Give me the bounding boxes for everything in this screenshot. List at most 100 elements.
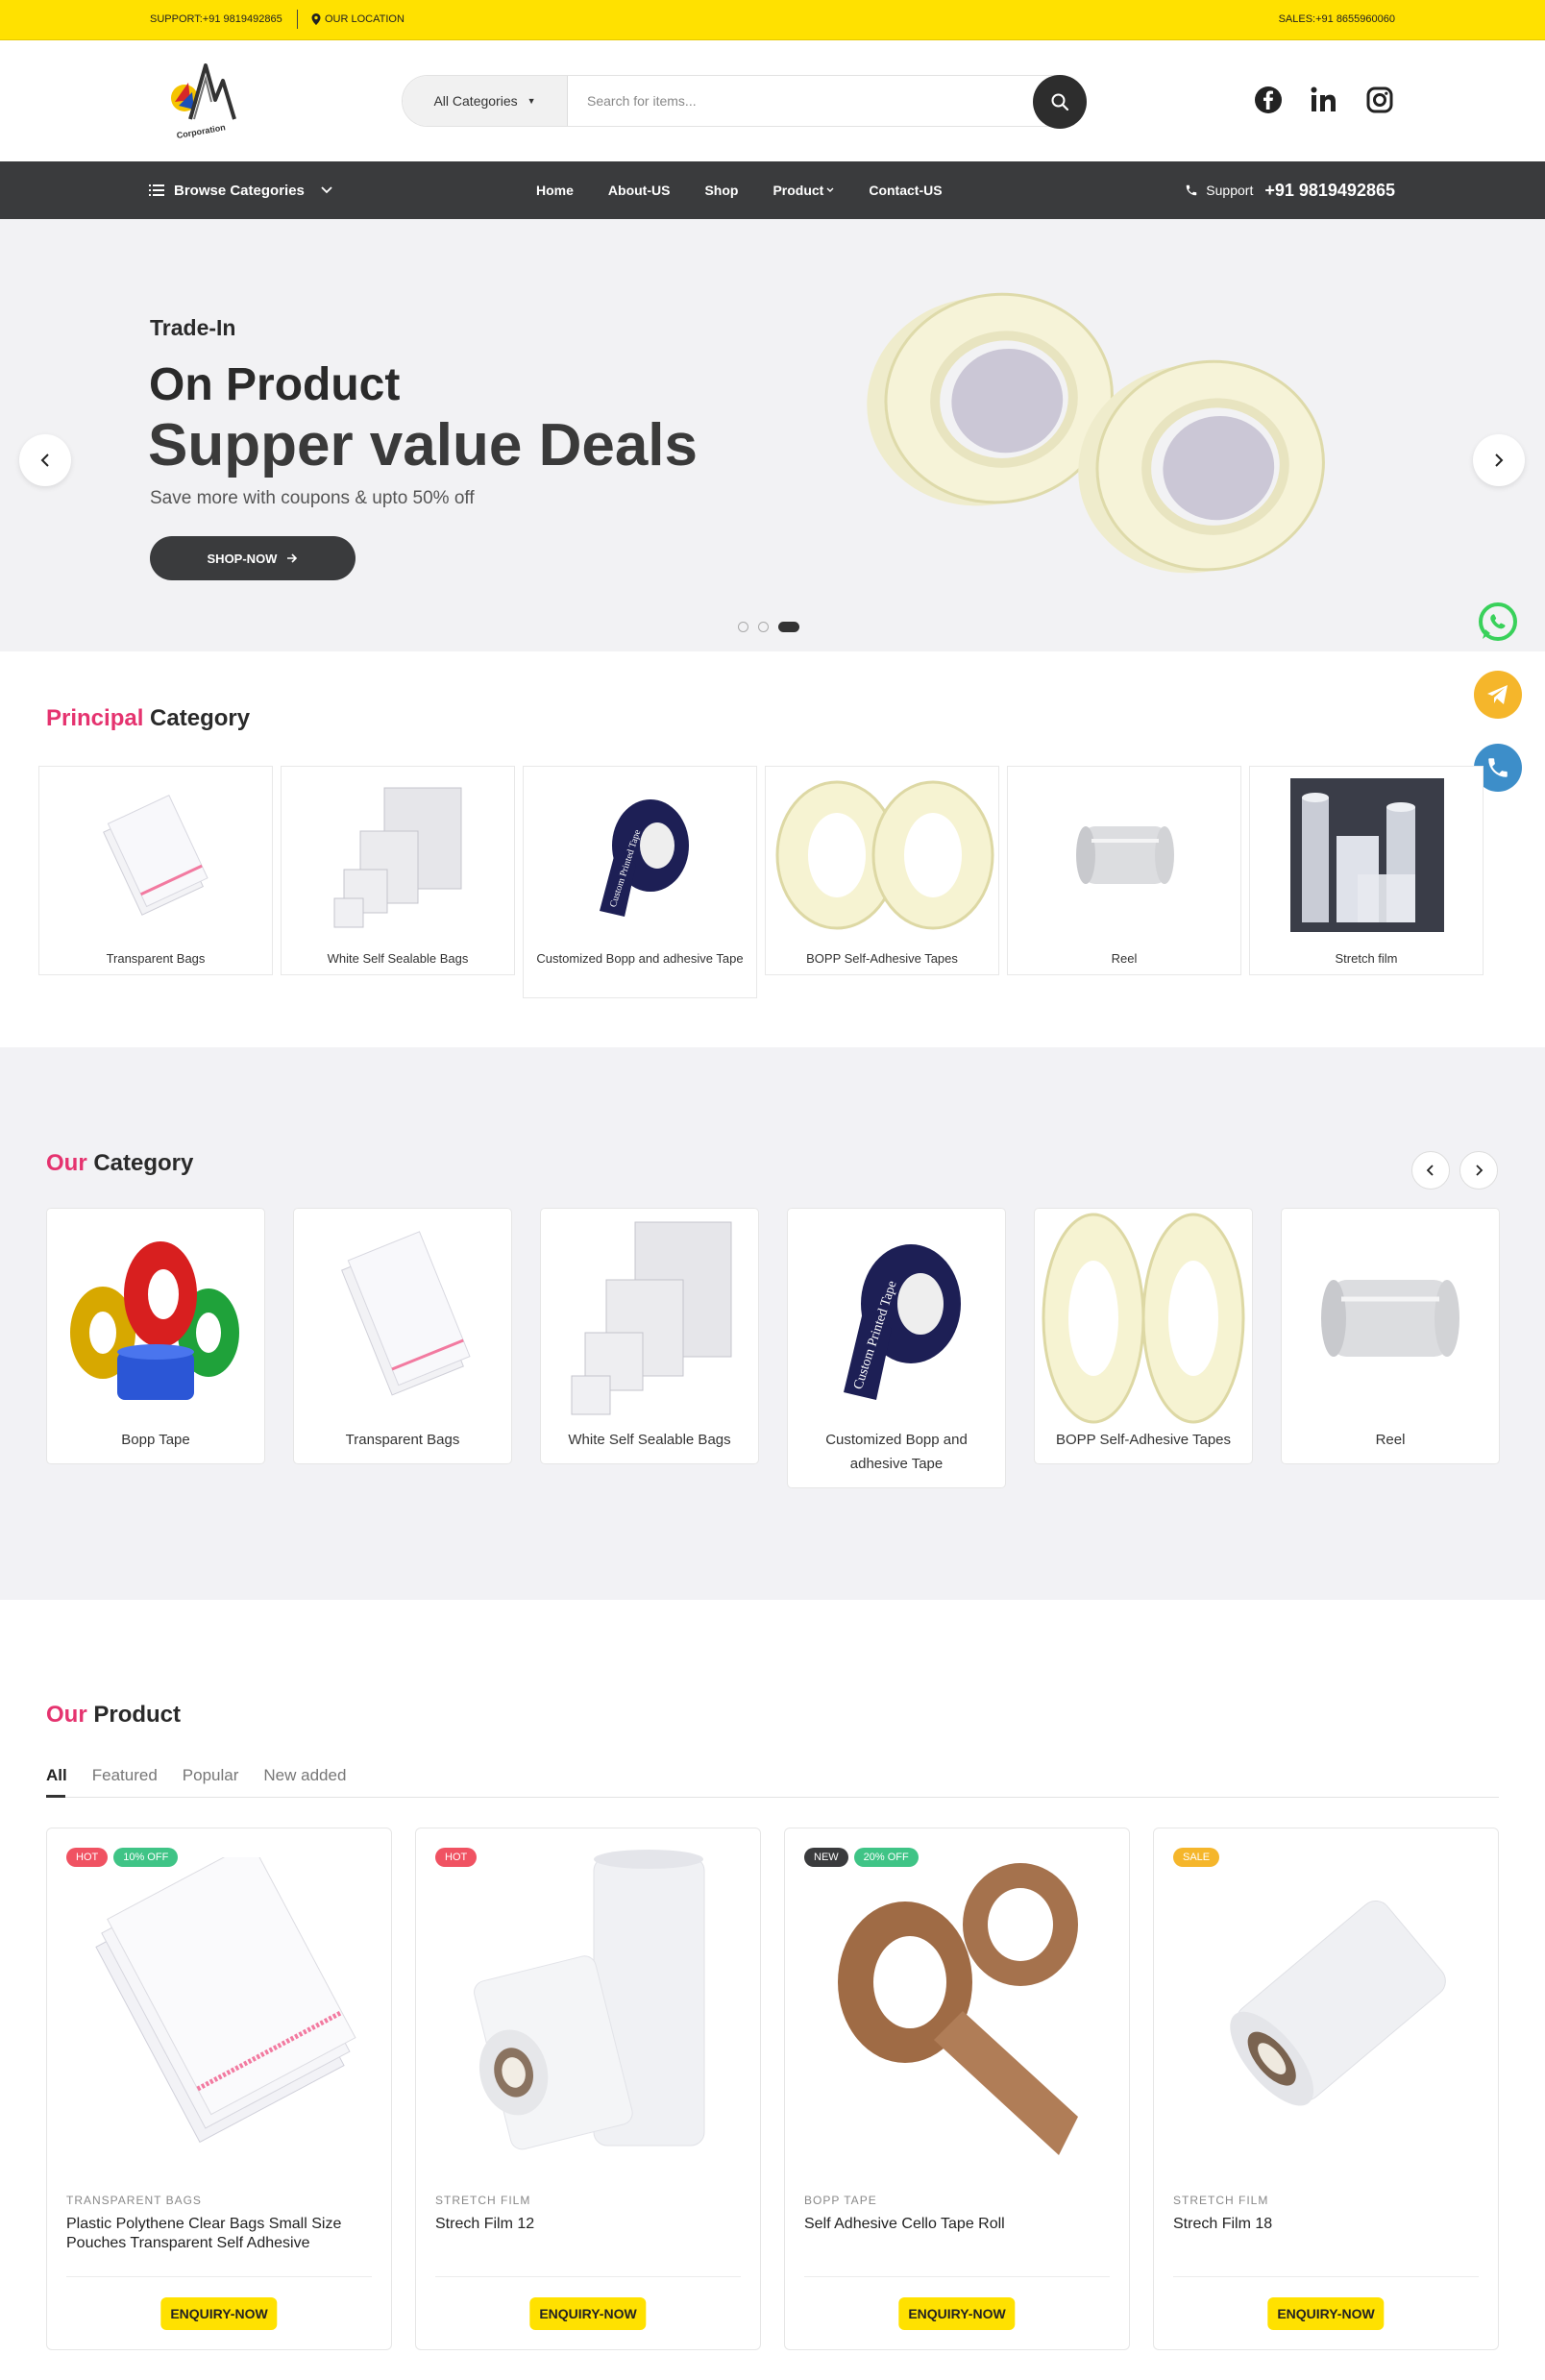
phone-icon (1187, 184, 1197, 196)
support-phone-text[interactable]: SUPPORT:+91 9819492865 (150, 13, 282, 25)
product-card[interactable]: SALE STRETCH FILM Strech Film 18 ENQUIRY… (1153, 1828, 1499, 2350)
product-category[interactable]: STRETCH FILM (1173, 2194, 1268, 2207)
hero-title-line2: Supper value Deals (148, 412, 699, 478)
customized-bopp-tape-image: Custom Printed Tape (562, 776, 720, 934)
principal-card-white-self-sealable-bags[interactable]: White Self Sealable Bags (281, 766, 515, 975)
principal-label: Stretch film (1335, 951, 1398, 966)
category-card-customized-bopp-tape[interactable]: Custom Printed Tape Customized Bopp and … (787, 1208, 1006, 1488)
corporation-logo[interactable]: Corporation (161, 54, 242, 146)
hero-slide-dots (738, 622, 799, 632)
enquiry-now-button[interactable]: ENQUIRY-NOW (529, 2297, 647, 2330)
product-divider (1173, 2276, 1479, 2277)
enquiry-now-button[interactable]: ENQUIRY-NOW (898, 2297, 1016, 2330)
product-badges: SALE (1173, 1848, 1220, 1867)
transparent-bags-image (294, 1209, 511, 1428)
nav-support[interactable]: Support +91 9819492865 (1185, 161, 1395, 219)
principal-card-transparent-bags[interactable]: Transparent Bags (38, 766, 273, 975)
category-card-reel[interactable]: Reel (1281, 1208, 1500, 1464)
chevron-right-icon (1476, 1165, 1484, 1176)
badge-new: NEW (804, 1848, 848, 1867)
principal-card-stretch-film[interactable]: Stretch film (1249, 766, 1484, 975)
nav-about-us[interactable]: About-US (608, 183, 671, 198)
chevron-down-icon (826, 187, 834, 192)
product-name[interactable]: Strech Film 12 (435, 2215, 741, 2234)
slide-dot-3-active[interactable] (778, 622, 799, 632)
list-icon (149, 184, 164, 196)
category-label: BOPP Self-Adhesive Tapes (1055, 1432, 1232, 1448)
product-category[interactable]: STRETCH FILM (435, 2194, 530, 2207)
our-category-title-accent: Our (46, 1150, 87, 1176)
category-next-button[interactable] (1459, 1151, 1498, 1190)
chevron-down-icon (321, 186, 332, 194)
instagram-link[interactable] (1362, 83, 1397, 117)
category-card-bopp-tape[interactable]: Bopp Tape (46, 1208, 265, 1464)
principal-title-accent: Principal (46, 705, 144, 731)
product-badges: HOT (435, 1848, 478, 1867)
product-card[interactable]: HOT 10% OFF TRANSPARENT BAGS Plastic Pol… (46, 1828, 392, 2350)
category-card-transparent-bags[interactable]: Transparent Bags (293, 1208, 512, 1464)
category-select[interactable]: All Categories ▼ (403, 76, 568, 126)
hero-subtitle: Save more with coupons & upto 50% off (150, 488, 475, 508)
linkedin-icon (1311, 86, 1336, 111)
tab-all[interactable]: All (46, 1766, 67, 1785)
slide-dot-1[interactable] (738, 622, 748, 632)
principal-card-reel[interactable]: Reel (1007, 766, 1241, 975)
whatsapp-button[interactable] (1474, 598, 1522, 646)
nav-product[interactable]: Product (772, 183, 834, 198)
enquiry-now-button[interactable]: ENQUIRY-NOW (1267, 2297, 1385, 2330)
product-name[interactable]: Self Adhesive Cello Tape Roll (804, 2215, 1110, 2234)
principal-card-customized-bopp-tape[interactable]: Custom Printed Tape Customized Bopp and … (523, 766, 757, 998)
nav-contact-us[interactable]: Contact-US (869, 183, 942, 198)
badge-discount: 20% OFF (853, 1848, 919, 1867)
product-badges: NEW 20% OFF (804, 1848, 919, 1867)
hero-prev-button[interactable] (19, 434, 71, 486)
reel-image (1282, 1209, 1499, 1428)
search-input[interactable] (568, 76, 1085, 126)
product-category[interactable]: TRANSPARENT BAGS (66, 2194, 202, 2207)
slide-dot-2[interactable] (758, 622, 769, 632)
principal-label: Transparent Bags (106, 951, 206, 966)
search-bar: All Categories ▼ (402, 75, 1087, 129)
tab-featured[interactable]: Featured (92, 1766, 158, 1785)
category-prev-button[interactable] (1411, 1151, 1450, 1190)
product-image (66, 1848, 374, 2165)
category-select-value: All Categories (433, 93, 518, 109)
category-card-bopp-self-adhesive-tapes[interactable]: BOPP Self-Adhesive Tapes (1034, 1208, 1253, 1464)
product-name[interactable]: Strech Film 18 (1173, 2215, 1479, 2234)
header: Corporation All Categories ▼ (0, 40, 1545, 161)
sales-phone-text[interactable]: SALES:+91 8655960060 (1279, 13, 1395, 25)
linkedin-link[interactable] (1307, 83, 1341, 117)
nav-home[interactable]: Home (536, 183, 574, 198)
browse-categories-button[interactable]: Browse Categories (149, 161, 333, 219)
facebook-link[interactable] (1251, 83, 1286, 117)
chevron-left-icon (40, 454, 49, 467)
principal-label: Reel (1111, 951, 1138, 966)
product-card[interactable]: HOT STRETCH FILM Strech Film 12 ENQUIRY-… (415, 1828, 761, 2350)
customized-bopp-tape-image: Custom Printed Tape (788, 1209, 1005, 1428)
telegram-button[interactable] (1474, 671, 1522, 719)
product-name[interactable]: Plastic Polythene Clear Bags Small Size … (66, 2215, 372, 2253)
product-category[interactable]: BOPP TAPE (804, 2194, 877, 2207)
product-image (435, 1848, 743, 2165)
our-location-link[interactable]: OUR LOCATION (311, 13, 405, 25)
hero-title-line1: On Product (149, 359, 401, 410)
shop-now-button[interactable]: SHOP-NOW (150, 536, 356, 580)
tab-popular[interactable]: Popular (183, 1766, 239, 1785)
our-product-title-accent: Our (46, 1702, 87, 1728)
enquiry-now-button[interactable]: ENQUIRY-NOW (160, 2297, 278, 2330)
reel-image (1046, 776, 1204, 934)
product-image (804, 1848, 1112, 2165)
white-self-sealable-bags-image (541, 1209, 758, 1428)
tab-new-added[interactable]: New added (263, 1766, 346, 1785)
search-button[interactable] (1033, 75, 1087, 129)
principal-card-bopp-self-adhesive-tapes[interactable]: BOPP Self-Adhesive Tapes (765, 766, 999, 975)
product-card[interactable]: NEW 20% OFF BOPP TAPE Self Adhesive Cell… (784, 1828, 1130, 2350)
our-location-label: OUR LOCATION (325, 13, 405, 25)
hero-next-button[interactable] (1473, 434, 1525, 486)
facebook-icon (1255, 86, 1282, 113)
principal-category-title: Principal Category (46, 705, 250, 732)
category-card-white-self-sealable-bags[interactable]: White Self Sealable Bags (540, 1208, 759, 1464)
product-badges: HOT 10% OFF (66, 1848, 179, 1867)
nav-shop[interactable]: Shop (704, 183, 738, 198)
hero-slider: Trade-In On Product Supper value Deals S… (0, 219, 1545, 651)
